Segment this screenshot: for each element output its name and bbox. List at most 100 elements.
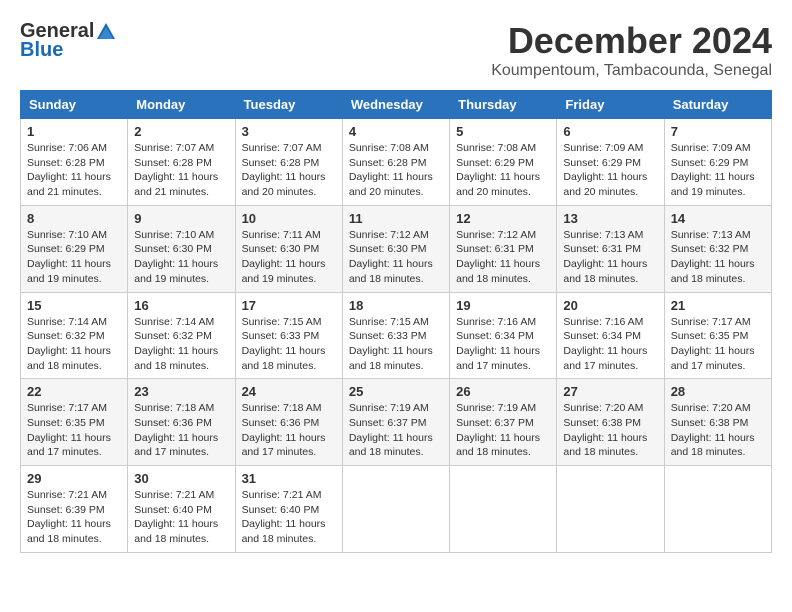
column-header-tuesday: Tuesday <box>235 91 342 119</box>
location-title: Koumpentoum, Tambacounda, Senegal <box>491 62 772 80</box>
calendar-cell <box>557 466 664 553</box>
calendar-cell: 15 Sunrise: 7:14 AM Sunset: 6:32 PM Dayl… <box>21 292 128 379</box>
calendar-body: 1 Sunrise: 7:06 AM Sunset: 6:28 PM Dayli… <box>21 119 772 553</box>
calendar-cell: 6 Sunrise: 7:09 AM Sunset: 6:29 PM Dayli… <box>557 119 664 206</box>
day-info: Sunrise: 7:13 AM Sunset: 6:32 PM Dayligh… <box>671 228 765 287</box>
day-info: Sunrise: 7:07 AM Sunset: 6:28 PM Dayligh… <box>134 141 228 200</box>
day-number: 15 <box>27 298 121 313</box>
day-info: Sunrise: 7:17 AM Sunset: 6:35 PM Dayligh… <box>671 315 765 374</box>
day-number: 14 <box>671 211 765 226</box>
day-number: 16 <box>134 298 228 313</box>
month-title: December 2024 <box>491 20 772 62</box>
day-number: 22 <box>27 384 121 399</box>
day-info: Sunrise: 7:21 AM Sunset: 6:40 PM Dayligh… <box>242 488 336 547</box>
day-info: Sunrise: 7:06 AM Sunset: 6:28 PM Dayligh… <box>27 141 121 200</box>
calendar-cell: 20 Sunrise: 7:16 AM Sunset: 6:34 PM Dayl… <box>557 292 664 379</box>
calendar-cell: 3 Sunrise: 7:07 AM Sunset: 6:28 PM Dayli… <box>235 119 342 206</box>
day-info: Sunrise: 7:16 AM Sunset: 6:34 PM Dayligh… <box>456 315 550 374</box>
calendar-cell: 31 Sunrise: 7:21 AM Sunset: 6:40 PM Dayl… <box>235 466 342 553</box>
day-info: Sunrise: 7:08 AM Sunset: 6:29 PM Dayligh… <box>456 141 550 200</box>
day-number: 28 <box>671 384 765 399</box>
day-number: 20 <box>563 298 657 313</box>
day-info: Sunrise: 7:10 AM Sunset: 6:30 PM Dayligh… <box>134 228 228 287</box>
calendar-cell: 16 Sunrise: 7:14 AM Sunset: 6:32 PM Dayl… <box>128 292 235 379</box>
day-info: Sunrise: 7:19 AM Sunset: 6:37 PM Dayligh… <box>349 401 443 460</box>
calendar-cell: 8 Sunrise: 7:10 AM Sunset: 6:29 PM Dayli… <box>21 205 128 292</box>
calendar-cell: 2 Sunrise: 7:07 AM Sunset: 6:28 PM Dayli… <box>128 119 235 206</box>
day-number: 30 <box>134 471 228 486</box>
logo-icon <box>95 21 117 43</box>
day-number: 4 <box>349 124 443 139</box>
day-info: Sunrise: 7:16 AM Sunset: 6:34 PM Dayligh… <box>563 315 657 374</box>
calendar-cell: 13 Sunrise: 7:13 AM Sunset: 6:31 PM Dayl… <box>557 205 664 292</box>
calendar-week-3: 15 Sunrise: 7:14 AM Sunset: 6:32 PM Dayl… <box>21 292 772 379</box>
day-number: 17 <box>242 298 336 313</box>
day-number: 19 <box>456 298 550 313</box>
day-number: 3 <box>242 124 336 139</box>
day-number: 27 <box>563 384 657 399</box>
calendar-cell: 11 Sunrise: 7:12 AM Sunset: 6:30 PM Dayl… <box>342 205 449 292</box>
page-header: General Blue December 2024 Koumpentoum, … <box>20 20 772 80</box>
day-info: Sunrise: 7:09 AM Sunset: 6:29 PM Dayligh… <box>671 141 765 200</box>
calendar-cell: 29 Sunrise: 7:21 AM Sunset: 6:39 PM Dayl… <box>21 466 128 553</box>
title-block: December 2024 Koumpentoum, Tambacounda, … <box>491 20 772 80</box>
column-header-wednesday: Wednesday <box>342 91 449 119</box>
logo-blue: Blue <box>20 39 63 62</box>
day-number: 7 <box>671 124 765 139</box>
day-info: Sunrise: 7:13 AM Sunset: 6:31 PM Dayligh… <box>563 228 657 287</box>
day-info: Sunrise: 7:19 AM Sunset: 6:37 PM Dayligh… <box>456 401 550 460</box>
day-info: Sunrise: 7:14 AM Sunset: 6:32 PM Dayligh… <box>134 315 228 374</box>
calendar-cell: 19 Sunrise: 7:16 AM Sunset: 6:34 PM Dayl… <box>450 292 557 379</box>
column-header-monday: Monday <box>128 91 235 119</box>
day-number: 25 <box>349 384 443 399</box>
day-info: Sunrise: 7:08 AM Sunset: 6:28 PM Dayligh… <box>349 141 443 200</box>
day-number: 5 <box>456 124 550 139</box>
calendar-cell: 4 Sunrise: 7:08 AM Sunset: 6:28 PM Dayli… <box>342 119 449 206</box>
day-info: Sunrise: 7:12 AM Sunset: 6:30 PM Dayligh… <box>349 228 443 287</box>
day-info: Sunrise: 7:17 AM Sunset: 6:35 PM Dayligh… <box>27 401 121 460</box>
day-info: Sunrise: 7:15 AM Sunset: 6:33 PM Dayligh… <box>242 315 336 374</box>
day-info: Sunrise: 7:12 AM Sunset: 6:31 PM Dayligh… <box>456 228 550 287</box>
calendar-cell: 7 Sunrise: 7:09 AM Sunset: 6:29 PM Dayli… <box>664 119 771 206</box>
calendar-week-5: 29 Sunrise: 7:21 AM Sunset: 6:39 PM Dayl… <box>21 466 772 553</box>
day-number: 31 <box>242 471 336 486</box>
day-info: Sunrise: 7:10 AM Sunset: 6:29 PM Dayligh… <box>27 228 121 287</box>
calendar-cell: 25 Sunrise: 7:19 AM Sunset: 6:37 PM Dayl… <box>342 379 449 466</box>
column-header-saturday: Saturday <box>664 91 771 119</box>
day-number: 12 <box>456 211 550 226</box>
column-header-thursday: Thursday <box>450 91 557 119</box>
calendar-cell: 30 Sunrise: 7:21 AM Sunset: 6:40 PM Dayl… <box>128 466 235 553</box>
day-info: Sunrise: 7:11 AM Sunset: 6:30 PM Dayligh… <box>242 228 336 287</box>
calendar-cell: 10 Sunrise: 7:11 AM Sunset: 6:30 PM Dayl… <box>235 205 342 292</box>
calendar-cell: 18 Sunrise: 7:15 AM Sunset: 6:33 PM Dayl… <box>342 292 449 379</box>
day-number: 21 <box>671 298 765 313</box>
day-info: Sunrise: 7:20 AM Sunset: 6:38 PM Dayligh… <box>563 401 657 460</box>
calendar-cell <box>342 466 449 553</box>
day-number: 26 <box>456 384 550 399</box>
column-header-friday: Friday <box>557 91 664 119</box>
day-info: Sunrise: 7:09 AM Sunset: 6:29 PM Dayligh… <box>563 141 657 200</box>
calendar-cell: 9 Sunrise: 7:10 AM Sunset: 6:30 PM Dayli… <box>128 205 235 292</box>
day-info: Sunrise: 7:21 AM Sunset: 6:39 PM Dayligh… <box>27 488 121 547</box>
calendar-cell: 5 Sunrise: 7:08 AM Sunset: 6:29 PM Dayli… <box>450 119 557 206</box>
day-number: 6 <box>563 124 657 139</box>
calendar-cell: 27 Sunrise: 7:20 AM Sunset: 6:38 PM Dayl… <box>557 379 664 466</box>
day-info: Sunrise: 7:14 AM Sunset: 6:32 PM Dayligh… <box>27 315 121 374</box>
day-info: Sunrise: 7:18 AM Sunset: 6:36 PM Dayligh… <box>242 401 336 460</box>
day-number: 10 <box>242 211 336 226</box>
calendar-cell: 24 Sunrise: 7:18 AM Sunset: 6:36 PM Dayl… <box>235 379 342 466</box>
day-number: 2 <box>134 124 228 139</box>
calendar-cell <box>664 466 771 553</box>
calendar-header: SundayMondayTuesdayWednesdayThursdayFrid… <box>21 91 772 119</box>
day-info: Sunrise: 7:15 AM Sunset: 6:33 PM Dayligh… <box>349 315 443 374</box>
day-number: 8 <box>27 211 121 226</box>
day-info: Sunrise: 7:20 AM Sunset: 6:38 PM Dayligh… <box>671 401 765 460</box>
calendar-cell: 14 Sunrise: 7:13 AM Sunset: 6:32 PM Dayl… <box>664 205 771 292</box>
calendar-cell: 23 Sunrise: 7:18 AM Sunset: 6:36 PM Dayl… <box>128 379 235 466</box>
day-number: 13 <box>563 211 657 226</box>
calendar-cell: 26 Sunrise: 7:19 AM Sunset: 6:37 PM Dayl… <box>450 379 557 466</box>
day-number: 29 <box>27 471 121 486</box>
day-number: 1 <box>27 124 121 139</box>
day-number: 11 <box>349 211 443 226</box>
calendar-table: SundayMondayTuesdayWednesdayThursdayFrid… <box>20 90 772 553</box>
